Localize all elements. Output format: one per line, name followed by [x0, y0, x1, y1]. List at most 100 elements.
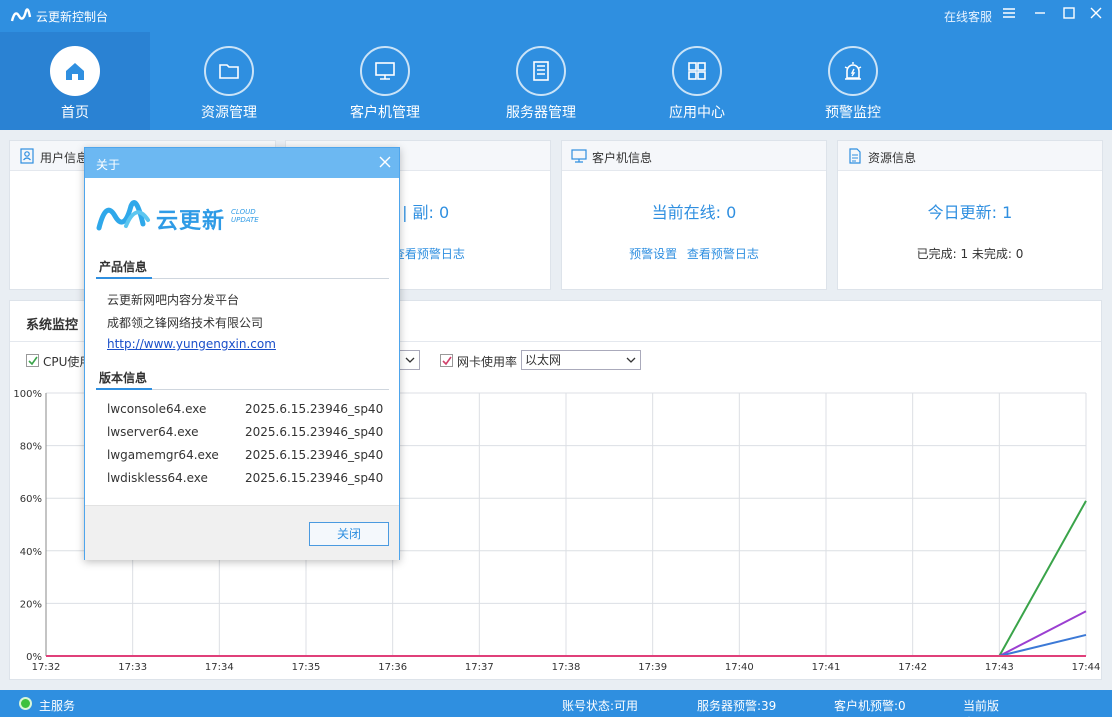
- nav-app-center[interactable]: 应用中心: [622, 32, 772, 130]
- x-tick-label: 17:36: [378, 662, 407, 673]
- card-title: 客户机信息: [592, 151, 653, 165]
- main-service-label: 主服务: [39, 699, 76, 713]
- status-bar: 主服务 账号状态:可用 服务器预警:39 客户机预警:0 当前版本:2025.6…: [0, 690, 1112, 717]
- version-number: 2025.6.15.23946_sp40: [245, 402, 384, 416]
- version-number: 2025.6.15.23946_sp40: [245, 448, 384, 462]
- nic-select-value: 以太网: [525, 353, 562, 367]
- product-logo: 云更新 CLOUD UPDATE: [96, 198, 266, 234]
- title-bar: 云更新控制台 在线客服: [0, 0, 1112, 32]
- account-status: 账号状态:可用: [562, 699, 639, 713]
- nav-label: 应用中心: [669, 105, 725, 121]
- product-name: 云更新网吧内容分发平台: [107, 293, 240, 307]
- version-file: lwconsole64.exe: [107, 402, 207, 416]
- x-tick-label: 17:41: [812, 662, 841, 673]
- app-logo-icon: [10, 8, 32, 22]
- card-header: 资源信息: [838, 141, 1102, 171]
- nic-checkbox[interactable]: [440, 354, 453, 367]
- card-title: 资源信息: [868, 151, 917, 165]
- x-tick-label: 17:39: [638, 662, 667, 673]
- folder-icon: [204, 46, 254, 96]
- minimize-icon[interactable]: [1030, 6, 1050, 26]
- grid-icon: [672, 46, 722, 96]
- version-file: lwserver64.exe: [107, 425, 199, 439]
- alarm-icon: [828, 46, 878, 96]
- logo-icon: [96, 200, 150, 231]
- monitor-title: 系统监控: [26, 318, 79, 333]
- x-tick-label: 17:40: [725, 662, 754, 673]
- version-number: 2025.6.15.23946_sp40: [245, 425, 384, 439]
- nav-alarm[interactable]: 预警监控: [778, 32, 928, 130]
- nav-label: 客户机管理: [350, 105, 420, 121]
- server-icon: [516, 46, 566, 96]
- app-title: 云更新控制台: [36, 10, 109, 24]
- alarm-log-link[interactable]: 查看预警日志: [687, 247, 759, 261]
- y-tick-label: 20%: [20, 599, 42, 610]
- cpu-checkbox[interactable]: [26, 354, 39, 367]
- x-tick-label: 17:37: [465, 662, 494, 673]
- close-icon[interactable]: [377, 154, 393, 170]
- about-dialog: 关于 云更新 CLOUD UPDATE 产品信息 云更新网吧内容分发平台 成都领之…: [84, 147, 400, 560]
- nav-resource[interactable]: 资源管理: [154, 32, 304, 130]
- x-tick-label: 17:44: [1072, 662, 1101, 673]
- logo-subtext: CLOUD UPDATE: [231, 208, 259, 224]
- online-service-link[interactable]: 在线客服: [944, 8, 992, 25]
- close-icon[interactable]: [1086, 6, 1106, 26]
- chevron-down-icon: [405, 357, 415, 363]
- nav-client[interactable]: 客户机管理: [310, 32, 460, 130]
- today-updates: 今日更新: 1: [927, 203, 1013, 222]
- y-tick-label: 60%: [20, 494, 42, 505]
- x-tick-label: 17:42: [898, 662, 927, 673]
- client-alarm-count: 客户机预警:0: [834, 699, 906, 713]
- company-name: 成都领之锋网络技术有限公司: [107, 316, 264, 330]
- nav-label: 预警监控: [825, 105, 881, 121]
- nic-label: 网卡使用率: [457, 355, 518, 369]
- server-alarm-count: 服务器预警:39: [697, 699, 777, 713]
- card-title: 用户信息: [40, 151, 89, 165]
- logo-text: 云更新: [156, 209, 226, 234]
- nic-select[interactable]: 以太网: [521, 350, 641, 370]
- card-links: 预警设置 查看预警日志: [562, 245, 826, 262]
- nav-server[interactable]: 服务器管理: [466, 32, 616, 130]
- version-number: 2025.6.15.23946_sp40: [245, 471, 384, 485]
- x-tick-label: 17:33: [118, 662, 147, 673]
- x-tick-label: 17:34: [205, 662, 234, 673]
- maximize-icon[interactable]: [1059, 6, 1079, 26]
- card-header: 客户机信息: [562, 141, 826, 171]
- alarm-log-link[interactable]: 查看预警日志: [393, 247, 465, 261]
- nav-label: 资源管理: [201, 105, 257, 121]
- dialog-footer: 关闭: [85, 505, 399, 560]
- chevron-down-icon: [626, 357, 636, 363]
- version-file: lwdiskless64.exe: [107, 471, 208, 485]
- y-tick-label: 80%: [20, 442, 42, 453]
- user-icon: [20, 148, 34, 164]
- y-tick-label: 40%: [20, 547, 42, 558]
- online-count: 当前在线: 0: [651, 203, 737, 222]
- current-version: 当前版本:2025.6.15.23946: [963, 699, 1082, 717]
- y-tick-label: 100%: [13, 389, 42, 400]
- close-button[interactable]: 关闭: [309, 522, 389, 546]
- dialog-title: 关于: [96, 158, 121, 172]
- x-tick-label: 17:35: [292, 662, 321, 673]
- divider-accent: [96, 388, 152, 390]
- version-file: lwgamemgr64.exe: [107, 448, 219, 462]
- product-info-heading: 产品信息: [99, 260, 148, 274]
- website-link[interactable]: http://www.yungengxin.com: [107, 337, 276, 351]
- update-status: 已完成: 1 未完成: 0: [916, 247, 1024, 261]
- home-icon: [50, 46, 100, 96]
- nav-home[interactable]: 首页: [0, 32, 150, 130]
- menu-icon[interactable]: [999, 6, 1019, 26]
- dialog-header: 关于: [85, 148, 399, 178]
- divider-accent: [96, 277, 152, 279]
- version-info-heading: 版本信息: [99, 371, 148, 385]
- monitor-icon: [360, 46, 410, 96]
- client-info-card: 客户机信息 当前在线: 0 预警设置 查看预警日志: [561, 140, 827, 290]
- x-tick-label: 17:32: [32, 662, 61, 673]
- nav-label: 首页: [61, 105, 89, 121]
- monitor-icon: [571, 149, 587, 163]
- status-dot-icon: [19, 697, 32, 710]
- x-tick-label: 17:43: [985, 662, 1014, 673]
- top-bar: 云更新控制台 在线客服 首页 资源管理 客户机管理 服务器管理 应用中心 预警监…: [0, 0, 1112, 130]
- alarm-settings-link[interactable]: 预警设置: [629, 247, 677, 261]
- document-icon: [849, 148, 861, 164]
- nav-label: 服务器管理: [506, 105, 576, 121]
